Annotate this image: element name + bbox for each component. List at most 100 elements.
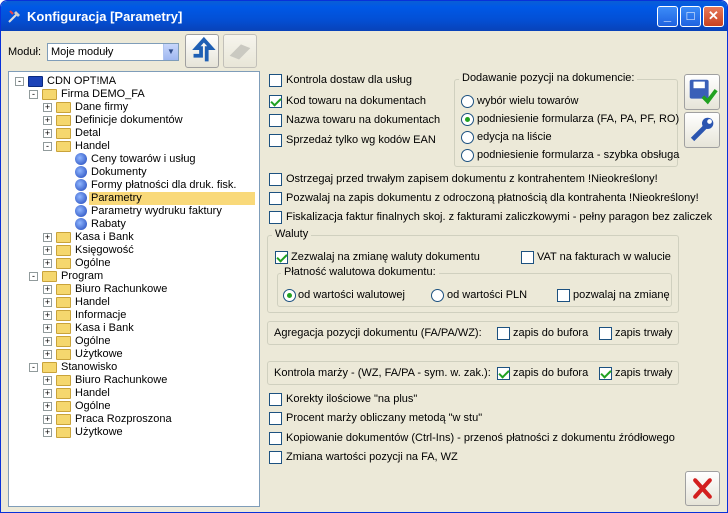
- pozwalaj-checkbox[interactable]: [269, 192, 282, 205]
- tree-expander[interactable]: -: [15, 77, 24, 86]
- tree-item[interactable]: Kasa i Bank: [73, 231, 136, 244]
- chevron-down-icon[interactable]: ▼: [163, 44, 178, 60]
- folder-icon: [56, 349, 71, 360]
- zmiana-wartosci-label: Zmiana wartości pozycji na FA, WZ: [286, 451, 458, 463]
- dodawanie-radio-0[interactable]: [461, 95, 474, 108]
- kopiowanie-checkbox[interactable]: [269, 432, 282, 445]
- tree-item[interactable]: Handel: [73, 387, 112, 400]
- forward-button[interactable]: [223, 34, 257, 68]
- tree-item[interactable]: Ogólne: [73, 335, 112, 348]
- cancel-button[interactable]: [685, 471, 720, 506]
- kod-towaru-label: Kod towaru na dokumentach: [286, 95, 427, 107]
- zezwalaj-waluty-checkbox[interactable]: [275, 251, 288, 264]
- pozwalaj-zmiane-checkbox[interactable]: [557, 289, 570, 302]
- tree-item[interactable]: Biuro Rachunkowe: [73, 283, 169, 296]
- marza-trwaly-checkbox[interactable]: [599, 367, 612, 380]
- zmiana-wartosci-checkbox[interactable]: [269, 451, 282, 464]
- procent-marzy-checkbox[interactable]: [269, 412, 282, 425]
- tree-item[interactable]: Praca Rozproszona: [73, 413, 174, 426]
- tree-expander[interactable]: -: [43, 142, 52, 151]
- tree-item[interactable]: Biuro Rachunkowe: [73, 374, 169, 387]
- tree-item[interactable]: Kasa i Bank: [73, 322, 136, 335]
- folder-icon: [56, 388, 71, 399]
- tree-item[interactable]: Stanowisko: [59, 361, 119, 374]
- od-wartosci-pln-radio[interactable]: [431, 289, 444, 302]
- tree-expander[interactable]: +: [43, 298, 52, 307]
- tree-expander[interactable]: -: [29, 272, 38, 281]
- dodawanie-radio-1[interactable]: [461, 113, 474, 126]
- agregacja-trwaly-checkbox[interactable]: [599, 327, 612, 340]
- fiskalizacja-checkbox[interactable]: [269, 211, 282, 224]
- dodawanie-option-label: edycja na liście: [477, 131, 552, 143]
- maximize-button[interactable]: □: [680, 6, 701, 27]
- tree-item[interactable]: CDN OPT!MA: [45, 75, 118, 88]
- tree-expander[interactable]: +: [43, 376, 52, 385]
- tree-item[interactable]: Ogólne: [73, 257, 112, 270]
- tree-expander[interactable]: -: [29, 363, 38, 372]
- module-select[interactable]: Moje moduły ▼: [47, 43, 179, 61]
- tree-item[interactable]: Użytkowe: [73, 348, 125, 361]
- tree-expander[interactable]: +: [43, 389, 52, 398]
- tree-item[interactable]: Użytkowe: [73, 426, 125, 439]
- tree-expander[interactable]: -: [29, 90, 38, 99]
- tree-item[interactable]: Firma DEMO_FA: [59, 88, 147, 101]
- agregacja-trwaly-label: zapis trwały: [615, 327, 673, 339]
- kontrola-dostaw-checkbox[interactable]: [269, 74, 282, 87]
- marza-bufor-checkbox[interactable]: [497, 367, 510, 380]
- tree-expander[interactable]: +: [43, 428, 52, 437]
- tree-expander[interactable]: +: [43, 129, 52, 138]
- save-icon: [689, 79, 718, 105]
- tree-expander[interactable]: +: [43, 233, 52, 242]
- close-window-button[interactable]: ✕: [703, 6, 724, 27]
- tree-item-selected[interactable]: Parametry: [89, 192, 255, 205]
- tree-item[interactable]: Dane firmy: [73, 101, 130, 114]
- vat-walucie-checkbox[interactable]: [521, 251, 534, 264]
- folder-icon: [56, 128, 71, 139]
- agregacja-bufor-checkbox[interactable]: [497, 327, 510, 340]
- tree-expander[interactable]: +: [43, 350, 52, 359]
- tree-item[interactable]: Księgowość: [73, 244, 136, 257]
- edit-button[interactable]: [684, 112, 720, 148]
- folder-icon: [56, 258, 71, 269]
- ostrzegaj-checkbox[interactable]: [269, 173, 282, 186]
- tree-item[interactable]: Detal: [73, 127, 103, 140]
- tree-item[interactable]: Program: [59, 270, 105, 283]
- tree-item[interactable]: Handel: [73, 296, 112, 309]
- od-wartosci-walutowej-radio[interactable]: [283, 289, 296, 302]
- parameter-node-icon: [75, 153, 87, 165]
- korekty-checkbox[interactable]: [269, 393, 282, 406]
- tree-expander[interactable]: +: [43, 246, 52, 255]
- tree-item[interactable]: Parametry wydruku faktury: [89, 205, 224, 218]
- tree-item[interactable]: Definicje dokumentów: [73, 114, 185, 127]
- config-tree[interactable]: - CDN OPT!MA - Firma DEMO_FA + Dane firmy + Def…: [8, 71, 260, 507]
- tree-expander[interactable]: +: [43, 116, 52, 125]
- kod-towaru-checkbox[interactable]: [269, 95, 282, 108]
- marza-trwaly-label: zapis trwały: [615, 367, 673, 379]
- dodawanie-title: Dodawanie pozycji na dokumencie:: [459, 72, 638, 84]
- tree-item[interactable]: Dokumenty: [89, 166, 149, 179]
- dodawanie-radio-2[interactable]: [461, 131, 474, 144]
- tree-expander[interactable]: +: [43, 324, 52, 333]
- tree-item[interactable]: Informacje: [73, 309, 128, 322]
- tree-item[interactable]: Formy płatności dla druk. fisk.: [89, 179, 239, 192]
- minimize-button[interactable]: _: [657, 6, 678, 27]
- tree-expander[interactable]: +: [43, 311, 52, 320]
- tree-expander[interactable]: +: [43, 285, 52, 294]
- tree-expander[interactable]: +: [43, 103, 52, 112]
- folder-icon: [56, 427, 71, 438]
- tree-item[interactable]: Rabaty: [89, 218, 128, 231]
- tree-item[interactable]: Handel: [73, 140, 112, 153]
- sprzedaz-ean-checkbox[interactable]: [269, 134, 282, 147]
- tree-expander[interactable]: +: [43, 415, 52, 424]
- tree-expander[interactable]: +: [43, 259, 52, 268]
- kontrola-dostaw-label: Kontrola dostaw dla usług: [286, 74, 412, 86]
- tree-expander[interactable]: +: [43, 337, 52, 346]
- dodawanie-radio-3[interactable]: [461, 149, 474, 162]
- back-button[interactable]: [185, 34, 219, 68]
- save-button[interactable]: [684, 74, 720, 110]
- tree-expander[interactable]: +: [43, 402, 52, 411]
- folder-icon: [56, 310, 71, 321]
- tree-item[interactable]: Ceny towarów i usług: [89, 153, 198, 166]
- tree-item[interactable]: Ogólne: [73, 400, 112, 413]
- nazwa-towaru-checkbox[interactable]: [269, 114, 282, 127]
